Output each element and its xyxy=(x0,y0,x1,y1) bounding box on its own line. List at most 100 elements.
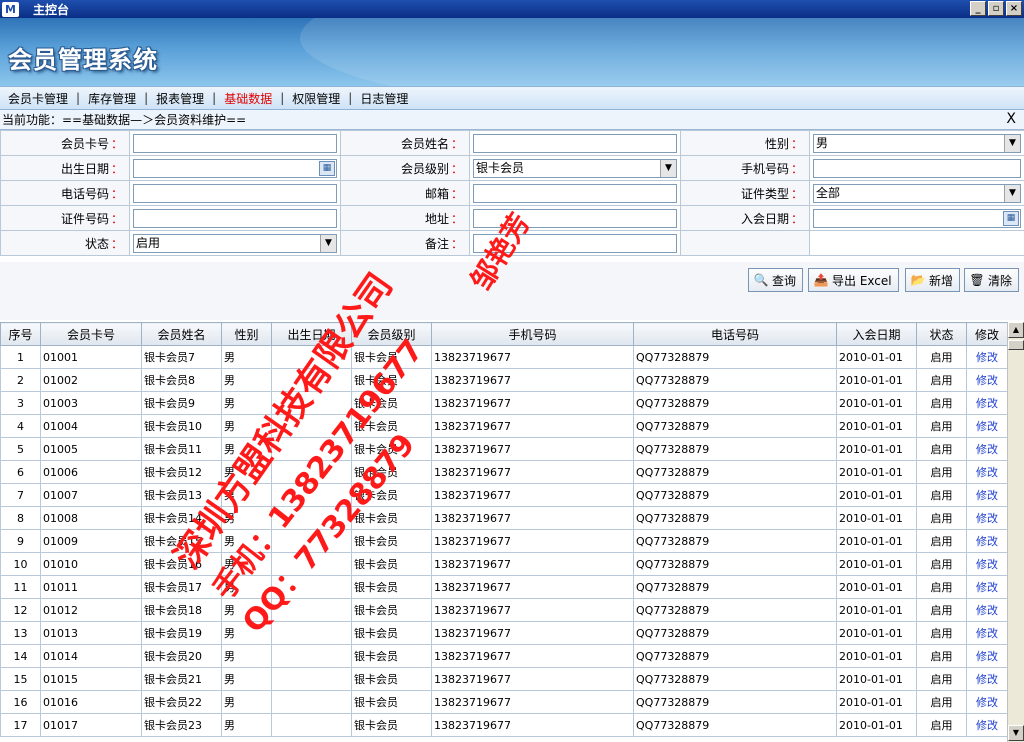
table-row[interactable]: 10 01010 银卡会员16 男 银卡会员 13823719677 QQ77328879 2… xyxy=(0,552,1007,576)
edit-link[interactable]: 修改 xyxy=(966,368,1007,392)
query-button[interactable]: 🔍 查询 xyxy=(748,268,804,292)
col-card-no-header[interactable]: 会员卡号 xyxy=(40,322,142,346)
vertical-scrollbar[interactable]: ▲ ▼ xyxy=(1007,322,1024,742)
edit-link[interactable]: 修改 xyxy=(966,552,1007,576)
col-gender-cell: 男 xyxy=(221,345,272,369)
table-row[interactable]: 3 01003 银卡会员9 男 银卡会员 13823719677 QQ77328879 201… xyxy=(0,391,1007,415)
table-row[interactable]: 4 01004 银卡会员10 男 银卡会员 13823719677 QQ77328879 20… xyxy=(0,414,1007,438)
edit-link[interactable]: 修改 xyxy=(966,690,1007,714)
birth-date-input[interactable]: ▦ xyxy=(133,158,337,178)
table-row[interactable]: 13 01013 银卡会员19 男 银卡会员 13823719677 QQ77328879 2… xyxy=(0,621,1007,645)
col-birth-cell xyxy=(271,575,352,599)
col-join-date-header[interactable]: 入会日期 xyxy=(836,322,917,346)
edit-link[interactable]: 修改 xyxy=(966,506,1007,530)
scroll-thumb[interactable] xyxy=(1008,340,1024,350)
edit-link[interactable]: 修改 xyxy=(966,414,1007,438)
table-row[interactable]: 1 01001 银卡会员7 男 银卡会员 13823719677 QQ77328879 201… xyxy=(0,345,1007,369)
col-name-header[interactable]: 会员姓名 xyxy=(141,322,222,346)
table-row[interactable]: 6 01006 银卡会员12 男 银卡会员 13823719677 QQ77328879 20… xyxy=(0,460,1007,484)
col-phone-header[interactable]: 电话号码 xyxy=(633,322,837,346)
edit-link[interactable]: 修改 xyxy=(966,575,1007,599)
col-birth-cell xyxy=(271,552,352,576)
scroll-down-icon[interactable]: ▼ xyxy=(1008,725,1024,741)
col-edit-header[interactable]: 修改 xyxy=(966,322,1007,346)
col-level-header[interactable]: 会员级别 xyxy=(351,322,432,346)
table-row[interactable]: 14 01014 银卡会员20 男 银卡会员 13823719677 QQ77328879 2… xyxy=(0,644,1007,668)
edit-link[interactable]: 修改 xyxy=(966,713,1007,737)
address-input[interactable] xyxy=(473,208,677,228)
name-input[interactable] xyxy=(473,133,677,153)
table-row[interactable]: 5 01005 银卡会员11 男 银卡会员 13823719677 QQ77328879 20… xyxy=(0,437,1007,461)
edit-link[interactable]: 修改 xyxy=(966,391,1007,415)
col-join-date-cell: 2010-01-01 xyxy=(836,552,917,576)
clear-button[interactable]: 🗑 清除 xyxy=(964,268,1020,292)
col-level-cell: 银卡会员 xyxy=(351,506,432,530)
menu-item-basic-data[interactable]: 基础数据 xyxy=(216,90,280,107)
edit-link[interactable]: 修改 xyxy=(966,644,1007,668)
dropdown-arrow-icon[interactable]: ▼ xyxy=(1004,184,1020,202)
col-level-cell: 银卡会员 xyxy=(351,552,432,576)
name-label: 会员姓名 xyxy=(400,136,449,151)
restore-button[interactable]: ▫ xyxy=(988,1,1004,16)
dropdown-arrow-icon[interactable]: ▼ xyxy=(320,234,336,252)
title-bar[interactable]: M 主控台 _ ▫ × xyxy=(0,0,1024,18)
required-mark: ： xyxy=(790,161,803,176)
mobile-input[interactable] xyxy=(813,158,1021,178)
col-phone-cell: QQ77328879 xyxy=(633,552,837,576)
table-row[interactable]: 11 01011 银卡会员17 男 银卡会员 13823719677 QQ77328879 2… xyxy=(0,575,1007,599)
close-window-button[interactable]: × xyxy=(1006,1,1022,16)
menu-item-inventory[interactable]: 库存管理 xyxy=(80,90,144,107)
col-birth-header[interactable]: 出生日期 xyxy=(271,322,352,346)
edit-link[interactable]: 修改 xyxy=(966,460,1007,484)
table-row[interactable]: 15 01015 银卡会员21 男 银卡会员 13823719677 QQ77328879 2… xyxy=(0,667,1007,691)
col-join-date-cell: 2010-01-01 xyxy=(836,644,917,668)
join-date-input[interactable]: ▦ xyxy=(813,208,1021,228)
edit-link[interactable]: 修改 xyxy=(966,529,1007,553)
calendar-icon[interactable]: ▦ xyxy=(319,160,335,176)
table-row[interactable]: 7 01007 银卡会员13 男 银卡会员 13823719677 QQ77328879 20… xyxy=(0,483,1007,507)
card-no-input[interactable] xyxy=(133,133,337,153)
table-row[interactable]: 12 01012 银卡会员18 男 银卡会员 13823719677 QQ77328879 2… xyxy=(0,598,1007,622)
edit-link[interactable]: 修改 xyxy=(966,598,1007,622)
edit-link[interactable]: 修改 xyxy=(966,621,1007,645)
dropdown-arrow-icon[interactable]: ▼ xyxy=(660,159,676,177)
menu-item-card[interactable]: 会员卡管理 xyxy=(0,90,76,107)
id-no-input[interactable] xyxy=(133,208,337,228)
remark-input[interactable] xyxy=(473,233,677,253)
folder-add-icon: 📂 xyxy=(910,273,926,287)
menu-item-reports[interactable]: 报表管理 xyxy=(148,90,212,107)
col-phone-cell: QQ77328879 xyxy=(633,368,837,392)
gender-select[interactable]: 男 ▼ xyxy=(813,133,1021,153)
table-row[interactable]: 8 01008 银卡会员14 男 银卡会员 13823719677 QQ77328879 20… xyxy=(0,506,1007,530)
id-type-select[interactable]: 全部 ▼ xyxy=(813,183,1021,203)
menu-item-permissions[interactable]: 权限管理 xyxy=(284,90,348,107)
table-row[interactable]: 2 01002 银卡会员8 男 银卡会员 13823719677 QQ77328879 201… xyxy=(0,368,1007,392)
email-input[interactable] xyxy=(473,183,677,203)
col-mobile-header[interactable]: 手机号码 xyxy=(431,322,634,346)
export-excel-button[interactable]: 📤 导出 Excel xyxy=(808,268,899,292)
col-birth-cell xyxy=(271,460,352,484)
close-panel-button[interactable]: X xyxy=(1006,111,1016,127)
col-status-header[interactable]: 状态 xyxy=(916,322,967,346)
level-select[interactable]: 银卡会员 ▼ xyxy=(473,158,677,178)
edit-link[interactable]: 修改 xyxy=(966,667,1007,691)
menu-item-logs[interactable]: 日志管理 xyxy=(352,90,416,107)
phone-input[interactable] xyxy=(133,183,337,203)
col-seq-header[interactable]: 序号 xyxy=(0,322,41,346)
col-status-cell: 启用 xyxy=(916,345,967,369)
minimize-button[interactable]: _ xyxy=(970,1,986,16)
col-status-cell: 启用 xyxy=(916,552,967,576)
edit-link[interactable]: 修改 xyxy=(966,345,1007,369)
table-row[interactable]: 9 01009 银卡会员15 男 银卡会员 13823719677 QQ77328879 20… xyxy=(0,529,1007,553)
table-body: 1 01001 银卡会员7 男银卡会员 13823719677 QQ77328879 201… xyxy=(0,345,1007,737)
status-select[interactable]: 启用 ▼ xyxy=(133,233,337,253)
calendar-icon[interactable]: ▦ xyxy=(1003,210,1019,226)
table-row[interactable]: 17 01017 银卡会员23 男 银卡会员 13823719677 QQ77328879 2… xyxy=(0,713,1007,737)
add-button[interactable]: 📂 新增 xyxy=(905,268,961,292)
col-gender-header[interactable]: 性别 xyxy=(221,322,272,346)
scroll-up-icon[interactable]: ▲ xyxy=(1008,322,1024,338)
edit-link[interactable]: 修改 xyxy=(966,437,1007,461)
dropdown-arrow-icon[interactable]: ▼ xyxy=(1004,134,1020,152)
edit-link[interactable]: 修改 xyxy=(966,483,1007,507)
table-row[interactable]: 16 01016 银卡会员22 男 银卡会员 13823719677 QQ77328879 2… xyxy=(0,690,1007,714)
